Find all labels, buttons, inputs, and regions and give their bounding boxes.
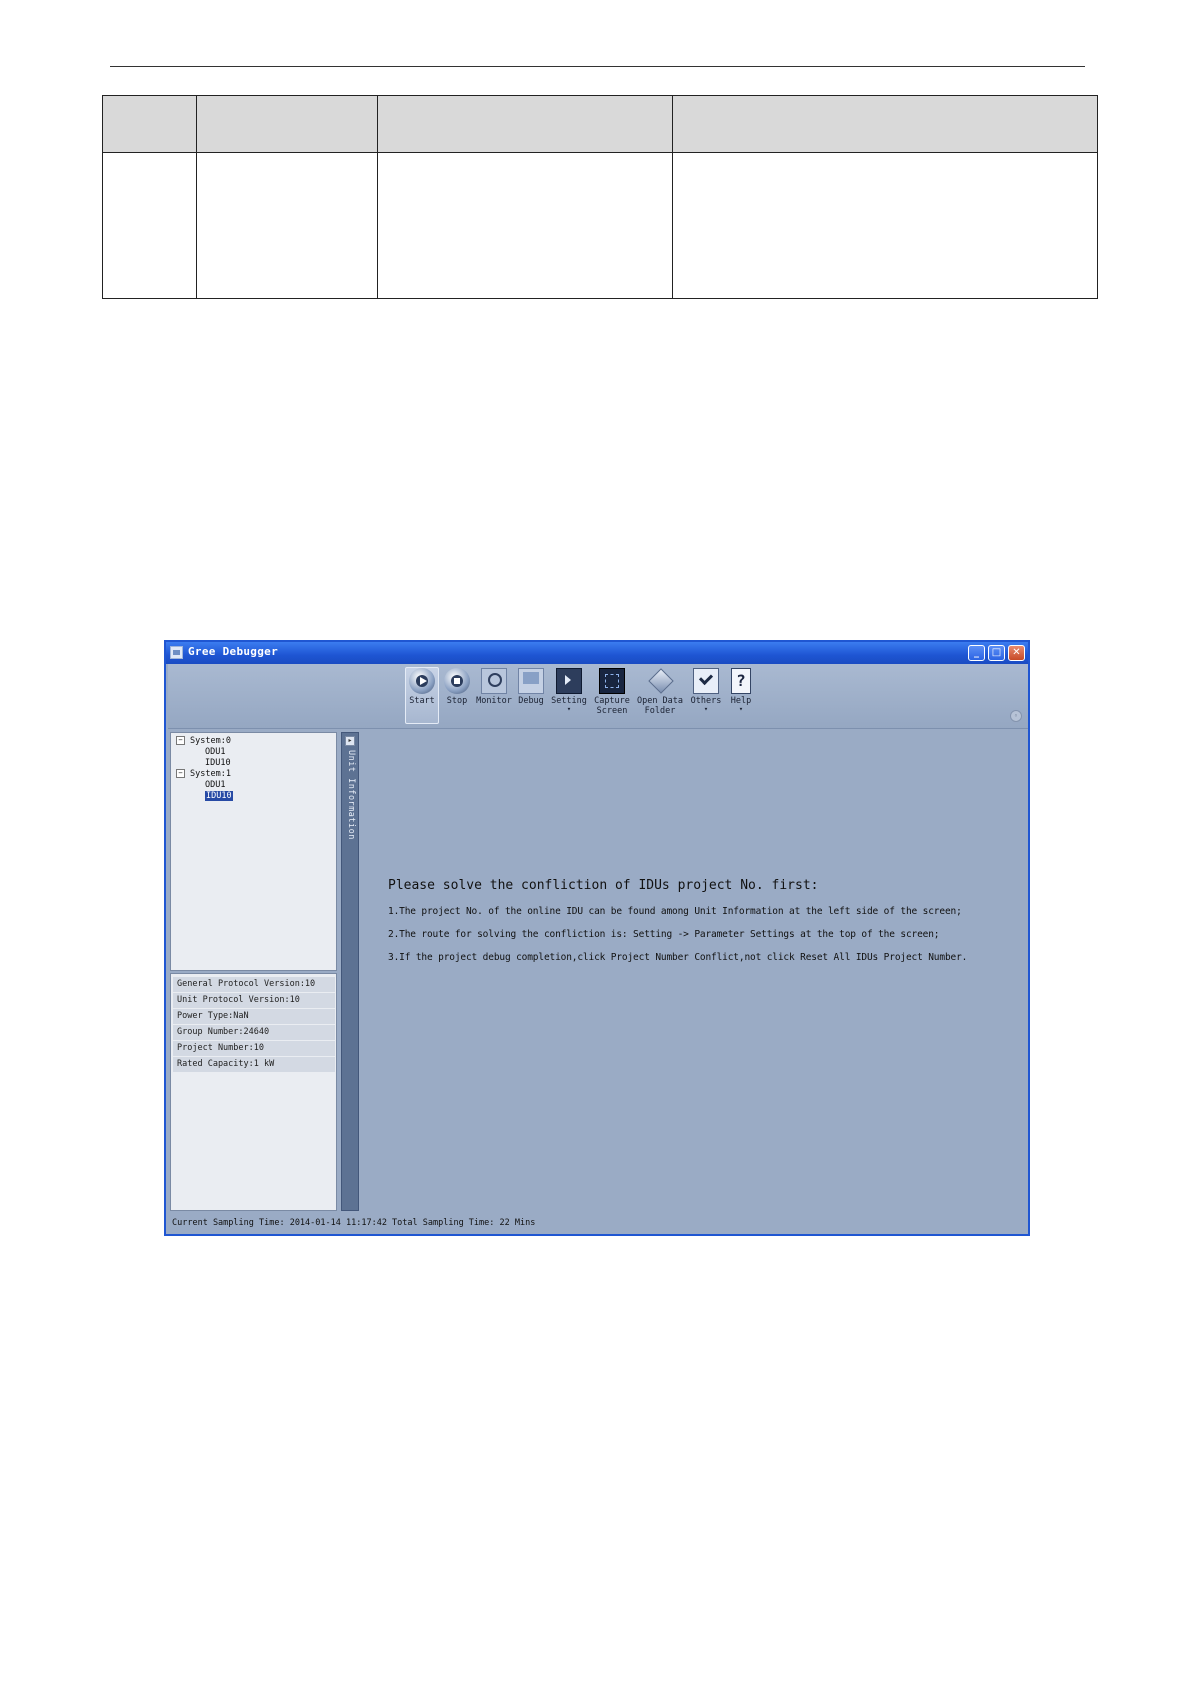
table-row xyxy=(102,152,1098,299)
system-tree: − System:0 ODU1 IDU10 − System:1 ODU1 IDU1… xyxy=(170,732,337,971)
tree-node-idu-selected[interactable]: IDU10 xyxy=(205,791,233,802)
expand-arrow-icon[interactable]: ▸ xyxy=(345,736,355,746)
tree-node-system-1[interactable]: − System:1 xyxy=(176,769,231,780)
play-icon xyxy=(409,668,435,694)
stop-icon xyxy=(444,668,470,694)
table-header-cell xyxy=(102,95,197,153)
toolbar-collapse-button[interactable]: ◦ xyxy=(1010,710,1022,722)
dropdown-arrow-icon: ▾ xyxy=(738,705,744,713)
diamond-folder-icon xyxy=(647,668,673,694)
info-row: Project Number:10 xyxy=(173,1041,335,1056)
message-line: 2.The route for solving the confliction … xyxy=(388,929,940,940)
unit-information-tab-label: Unit Information xyxy=(346,750,356,840)
open-data-folder-button[interactable]: Open Data Folder xyxy=(635,668,685,724)
tree-node-odu[interactable]: ODU1 xyxy=(205,747,225,758)
computer-icon xyxy=(518,668,544,694)
conflict-message: Please solve the confliction of IDUs pro… xyxy=(388,878,967,975)
setting-button[interactable]: Setting ▾ xyxy=(549,668,589,724)
info-row: Unit Protocol Version:10 xyxy=(173,993,335,1008)
cursor-icon xyxy=(556,668,582,694)
capture-label: Capture Screen xyxy=(594,696,630,716)
table-cell xyxy=(377,152,673,299)
debug-label: Debug xyxy=(518,696,544,706)
tree-node-idu[interactable]: IDU10 xyxy=(205,758,231,769)
help-icon: ? xyxy=(731,668,751,694)
unit-information-panel: General Protocol Version:10 Unit Protoco… xyxy=(170,973,337,1211)
table-header-cell xyxy=(196,95,378,153)
start-button[interactable]: Start xyxy=(405,667,439,724)
close-button[interactable]: ✕ xyxy=(1008,645,1025,661)
table-header-cell xyxy=(672,95,1098,153)
stop-button[interactable]: Stop xyxy=(442,668,472,724)
table-header-row xyxy=(102,95,1098,153)
dropdown-arrow-icon: ▾ xyxy=(703,705,709,713)
table-cell xyxy=(196,152,378,299)
page-header-rule xyxy=(110,66,1085,67)
monitor-magnifier-icon xyxy=(481,668,507,694)
capture-screen-button[interactable]: Capture Screen xyxy=(591,668,633,724)
table-cell xyxy=(102,152,197,299)
tree-node-odu[interactable]: ODU1 xyxy=(205,780,225,791)
monitor-button[interactable]: Monitor xyxy=(474,668,514,724)
info-row: Power Type:NaN xyxy=(173,1009,335,1024)
table-cell xyxy=(672,152,1098,299)
toolbar: Start Stop Monitor Debug Setting ▾ Captu… xyxy=(168,664,1028,729)
stop-label: Stop xyxy=(446,696,468,706)
table-header-cell xyxy=(377,95,673,153)
dropdown-arrow-icon: ▾ xyxy=(566,705,572,713)
start-label: Start xyxy=(409,696,435,706)
unit-information-tab[interactable]: ▸ Unit Information xyxy=(341,732,359,1211)
info-row: General Protocol Version:10 xyxy=(173,977,335,992)
app-icon xyxy=(170,646,183,659)
collapse-icon[interactable]: − xyxy=(176,769,185,778)
maximize-button[interactable]: □ xyxy=(988,645,1005,661)
collapse-icon[interactable]: − xyxy=(176,736,185,745)
message-headline: Please solve the confliction of IDUs pro… xyxy=(388,878,819,893)
title-bar[interactable]: Gree Debugger _ □ ✕ xyxy=(166,642,1028,664)
tree-node-system-0[interactable]: − System:0 xyxy=(176,736,231,747)
app-window: Gree Debugger _ □ ✕ Start Stop Monitor D… xyxy=(164,640,1030,1236)
debug-button[interactable]: Debug xyxy=(515,668,547,724)
capture-icon xyxy=(599,668,625,694)
check-icon xyxy=(693,668,719,694)
others-button[interactable]: Others ▾ xyxy=(689,668,723,724)
minimize-button[interactable]: _ xyxy=(968,645,985,661)
message-line: 3.If the project debug completion,click … xyxy=(388,952,968,963)
help-button[interactable]: ? Help ▾ xyxy=(726,668,756,724)
document-table xyxy=(102,95,1098,299)
message-line: 1.The project No. of the online IDU can … xyxy=(388,906,962,917)
open-data-folder-label: Open Data Folder xyxy=(636,696,684,716)
info-row: Group Number:24640 xyxy=(173,1025,335,1040)
window-title: Gree Debugger xyxy=(188,645,278,658)
info-row: Rated Capacity:1 kW xyxy=(173,1057,335,1072)
status-bar: Current Sampling Time: 2014-01-14 11:17:… xyxy=(172,1218,536,1228)
monitor-label: Monitor xyxy=(476,696,512,706)
